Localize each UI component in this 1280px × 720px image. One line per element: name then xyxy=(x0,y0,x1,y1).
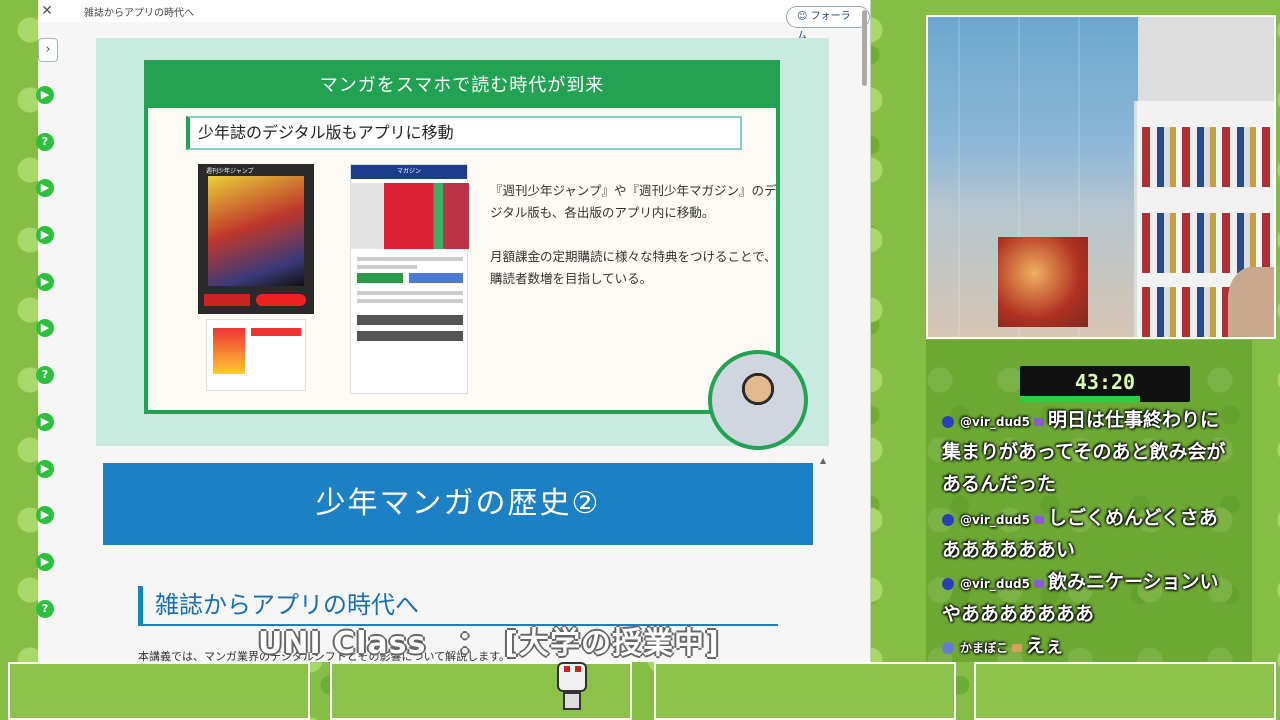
member-badge-icon xyxy=(1033,515,1044,524)
decor-frame xyxy=(974,662,1276,720)
magazine-covers-image xyxy=(351,183,469,249)
member-badge-icon xyxy=(1033,417,1044,426)
lecture-slide: マンガをスマホで読む時代が到来 少年誌のデジタル版もアプリに移動 週刊少年ジャン… xyxy=(144,60,808,450)
app-list-button xyxy=(357,331,463,341)
slide-paragraph: 『週刊少年ジャンプ』や『週刊少年マガジン』のデジタル版も、各出版のアプリ内に移動… xyxy=(490,183,777,220)
user-avatar xyxy=(942,577,954,590)
slide-body-text: 『週刊少年ジャンプ』や『週刊少年マガジン』のデジタル版も、各出版のアプリ内に移動… xyxy=(490,180,780,312)
chat-message: @vir_dud5 明日は仕事終わりに 集まりがあってそのあと飲み会があるんだった xyxy=(942,404,1238,500)
question-icon[interactable]: ? xyxy=(36,132,54,151)
jump-app-label: 週刊少年ジャンプ xyxy=(206,168,254,175)
books-row xyxy=(1142,213,1272,273)
lecture-slide-area: マンガをスマホで読む時代が到来 少年誌のデジタル版もアプリに移動 週刊少年ジャン… xyxy=(96,38,829,450)
question-icon[interactable]: ? xyxy=(36,366,54,385)
lesson-nav-icons: ▶ ? ▶ ▶ ▶ ▶ ? ▶ ▶ ▶ ▶ ? xyxy=(36,86,56,646)
stream-caption: UNI Class ： [大学の授業中] xyxy=(258,626,720,661)
forum-button[interactable]: ☺ フォーラム xyxy=(786,6,870,42)
timer-progress-bar xyxy=(1020,396,1140,402)
slide-paragraph: 月額課金の定期購読に様々な特典をつけることで、購読者数増を目指している。 xyxy=(490,249,777,286)
chat-username: かまぼこ xyxy=(960,641,1009,655)
chevron-right-icon[interactable]: › xyxy=(38,38,58,62)
member-badge-icon xyxy=(1033,579,1044,588)
user-avatar xyxy=(942,415,954,428)
streamer-partial xyxy=(1228,267,1274,337)
magazine-app-screenshot: マガジン xyxy=(350,164,469,394)
user-avatar xyxy=(942,641,954,654)
question-icon[interactable]: ? xyxy=(36,599,54,618)
text-line xyxy=(357,299,463,303)
chat-username: @vir_dud5 xyxy=(960,577,1030,591)
play-icon[interactable]: ▶ xyxy=(36,412,54,431)
play-icon[interactable]: ▶ xyxy=(36,459,54,478)
chat-username: @vir_dud5 xyxy=(960,513,1030,527)
chat-message: かまぼこ えぇ xyxy=(942,630,1232,662)
text-line xyxy=(357,257,463,261)
jump-app-screenshot: 週刊少年ジャンプ xyxy=(198,164,314,314)
text-line xyxy=(357,291,463,295)
app-list-button xyxy=(357,315,463,325)
breadcrumb: 雑誌からアプリの時代へ xyxy=(84,8,194,19)
chat-message: @vir_dud5 しごくめんどくさあああああああい xyxy=(942,502,1232,566)
chat-message: @vir_dud5 飲みニケーションいやあああああああ xyxy=(942,566,1232,630)
decor-frame xyxy=(8,662,310,720)
magazine-cover-image xyxy=(208,176,304,286)
webcam-feed xyxy=(926,15,1276,339)
close-icon[interactable]: ✕ xyxy=(38,2,56,20)
dragon-poster-image xyxy=(998,237,1088,327)
text-line xyxy=(357,265,417,269)
subscription-banner xyxy=(251,328,301,336)
magazine-app-header: マガジン xyxy=(351,165,467,179)
play-icon[interactable]: ▶ xyxy=(36,179,54,198)
chat-username: @vir_dud5 xyxy=(960,415,1030,429)
play-icon[interactable]: ▶ xyxy=(36,272,54,291)
magazine-thumbnail xyxy=(213,328,245,374)
books-row xyxy=(1142,127,1272,187)
mascot-sprite xyxy=(555,654,589,712)
play-icon[interactable]: ▶ xyxy=(36,319,54,338)
play-icon[interactable]: ▶ xyxy=(36,506,54,525)
member-badge-icon xyxy=(1012,643,1023,652)
lecture-browser-window: ✕ 雑誌からアプリの時代へ ☺ フォーラム › マンガをスマホで読む時代が到来 … xyxy=(38,0,871,662)
slide-subheader: 少年誌のデジタル版もアプリに移動 xyxy=(186,116,742,150)
browser-topbar: ✕ 雑誌からアプリの時代へ xyxy=(38,0,870,22)
app-button xyxy=(204,294,250,306)
presenter-avatar xyxy=(708,350,808,450)
app-button xyxy=(409,273,463,283)
app-button xyxy=(256,294,306,306)
scrollbar[interactable] xyxy=(862,10,867,86)
scroll-up-icon[interactable]: ▲ xyxy=(820,456,826,465)
play-icon[interactable]: ▶ xyxy=(36,552,54,571)
play-icon[interactable]: ▶ xyxy=(36,226,54,245)
play-icon[interactable]: ▶ xyxy=(36,86,54,104)
jump-app-subscription-screenshot xyxy=(206,319,306,391)
decor-frame xyxy=(654,662,956,720)
section-banner: 少年マンガの歴史② xyxy=(103,463,813,545)
user-avatar xyxy=(942,513,954,526)
slide-header: マンガをスマホで読む時代が到来 xyxy=(148,64,776,108)
chat-text: えぇ xyxy=(1026,635,1065,657)
app-button xyxy=(357,273,403,283)
